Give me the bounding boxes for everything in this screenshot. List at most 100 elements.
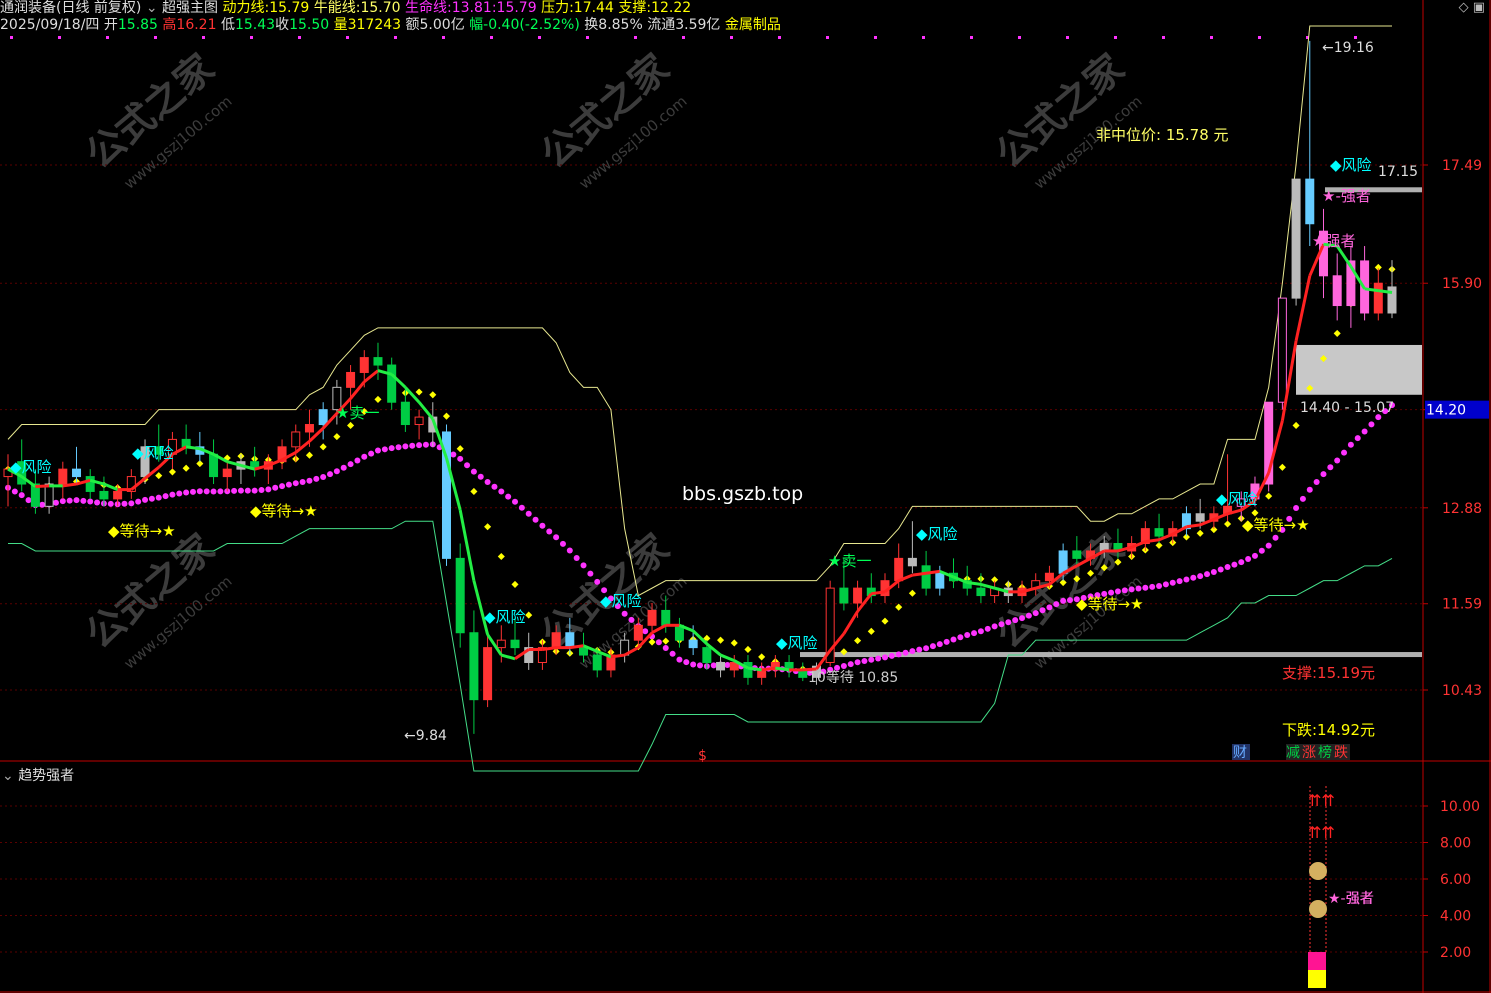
candle-body (1373, 282, 1383, 314)
niuneng-dot (1333, 329, 1341, 337)
life-line-dot (450, 451, 457, 458)
niuneng-dot (744, 645, 752, 654)
badge-jian: 减 (1286, 745, 1300, 761)
dongli-value: 15.79 (269, 0, 310, 16)
top-marker (1114, 36, 1117, 39)
life-line-dot (532, 516, 539, 523)
candle-body (400, 401, 410, 426)
life-line-dot (559, 540, 566, 547)
life-line-dot (655, 639, 662, 646)
life-line-dot (1341, 449, 1348, 456)
window-icon[interactable]: ▣ (1473, 0, 1485, 15)
niuneng-dot (758, 653, 766, 661)
top-marker (1258, 36, 1261, 39)
life-line-dot (457, 455, 464, 462)
risk-label: ◆风险 (484, 608, 526, 626)
life-line-dot (477, 473, 484, 480)
drop-label: 下跌:14.92元 (1282, 721, 1375, 739)
dongli-line-seg (761, 666, 776, 672)
niuneng-dot (470, 487, 478, 495)
niuneng-dot (155, 472, 163, 480)
indicator-name[interactable]: 超强主图 (162, 0, 218, 16)
life-line-dot (1368, 421, 1375, 428)
chevron-down-icon[interactable]: ⌄ (146, 0, 162, 16)
niuneng-dot (333, 433, 341, 441)
life-line-dot (1114, 588, 1121, 595)
life-line-dot (642, 628, 649, 635)
niuneng-dot (497, 552, 505, 561)
amount-value: 5.00亿 (419, 17, 465, 33)
life-line-dot (724, 661, 731, 668)
life-line-dot (155, 494, 162, 501)
life-line-dot (1039, 607, 1046, 614)
life-line-dot (1066, 597, 1073, 604)
candle-body (647, 609, 657, 626)
life-line-dot (1012, 617, 1019, 624)
float-value: 3.59亿 (675, 17, 721, 33)
life-line-dot (388, 445, 395, 452)
life-line-dot (977, 628, 984, 635)
life-line-dot (628, 616, 635, 623)
life-line-dot (196, 488, 203, 495)
candle-body (1332, 275, 1342, 307)
life-line-dot (73, 497, 80, 504)
dongli-line-seg (980, 582, 996, 590)
candle-body (373, 357, 383, 366)
life-line-dot (1320, 471, 1327, 478)
open-value: 15.85 (117, 17, 158, 33)
life-line-dot (258, 487, 265, 494)
life-line-dot (950, 636, 957, 643)
candle-body (455, 557, 465, 634)
dongli-line-seg (842, 610, 859, 635)
life-line-dot (546, 528, 553, 535)
life-line-dot (888, 652, 895, 659)
life-line-dot (1176, 578, 1183, 585)
life-line-dot (971, 630, 978, 637)
life-line-dot (162, 493, 169, 500)
life-line-dot (1149, 583, 1156, 590)
badge-bang: 榜 (1318, 744, 1332, 761)
candle-body (921, 565, 931, 589)
life-line-dot (231, 487, 238, 494)
life-line-dot (573, 554, 580, 561)
life-line-dot (587, 570, 594, 577)
sector[interactable]: 金属制品 (725, 17, 781, 33)
yali-label: 压力: (541, 0, 574, 16)
life-line-dot (402, 443, 409, 450)
stock-name[interactable]: 通润装备(日线 前复权) (0, 0, 141, 16)
top-marker (346, 36, 349, 39)
life-line-dot (354, 457, 361, 464)
life-line-dot (1046, 604, 1053, 611)
high-mark: ←19.16 (1322, 40, 1374, 56)
life-line-dot (1210, 569, 1217, 576)
candle-body (469, 632, 479, 701)
niuneng-dot (1196, 529, 1204, 537)
top-marker (826, 36, 829, 39)
life-line-dot (39, 501, 46, 508)
top-marker (298, 36, 301, 39)
top-marker (154, 36, 157, 39)
low-mark: ←9.84 (404, 728, 447, 744)
life-line-dot (265, 486, 272, 493)
top-marker (922, 36, 925, 39)
life-line-dot (416, 442, 423, 449)
life-line-dot (395, 444, 402, 451)
candle-body (935, 572, 945, 589)
life-line-dot (1197, 573, 1204, 580)
wait-label: ◆等待→★ (1242, 516, 1310, 534)
diamond-icon[interactable]: ◇ (1459, 0, 1469, 15)
life-line-dot (1327, 464, 1334, 471)
life-line-dot (1361, 428, 1368, 435)
cai-text: 财 (1233, 745, 1247, 761)
risk-label: ◆风险 (1330, 156, 1372, 174)
sub-chevron-icon[interactable]: ⌄ (2, 768, 14, 784)
life-line-dot (52, 499, 59, 506)
life-line-dot (327, 471, 334, 478)
sub-panel-title[interactable]: 趋势强者 (18, 768, 74, 784)
life-line-dot (422, 441, 429, 448)
up-arrows-icon: ⇈⇈ (1308, 791, 1335, 810)
chart-main: 公式之家 www.gszj100.com 公式之家 www.gszj100.com 公式… (0, 0, 1491, 993)
niuneng-dot (415, 388, 423, 396)
life-line-dot (840, 662, 847, 669)
life-line-dot (368, 450, 375, 457)
